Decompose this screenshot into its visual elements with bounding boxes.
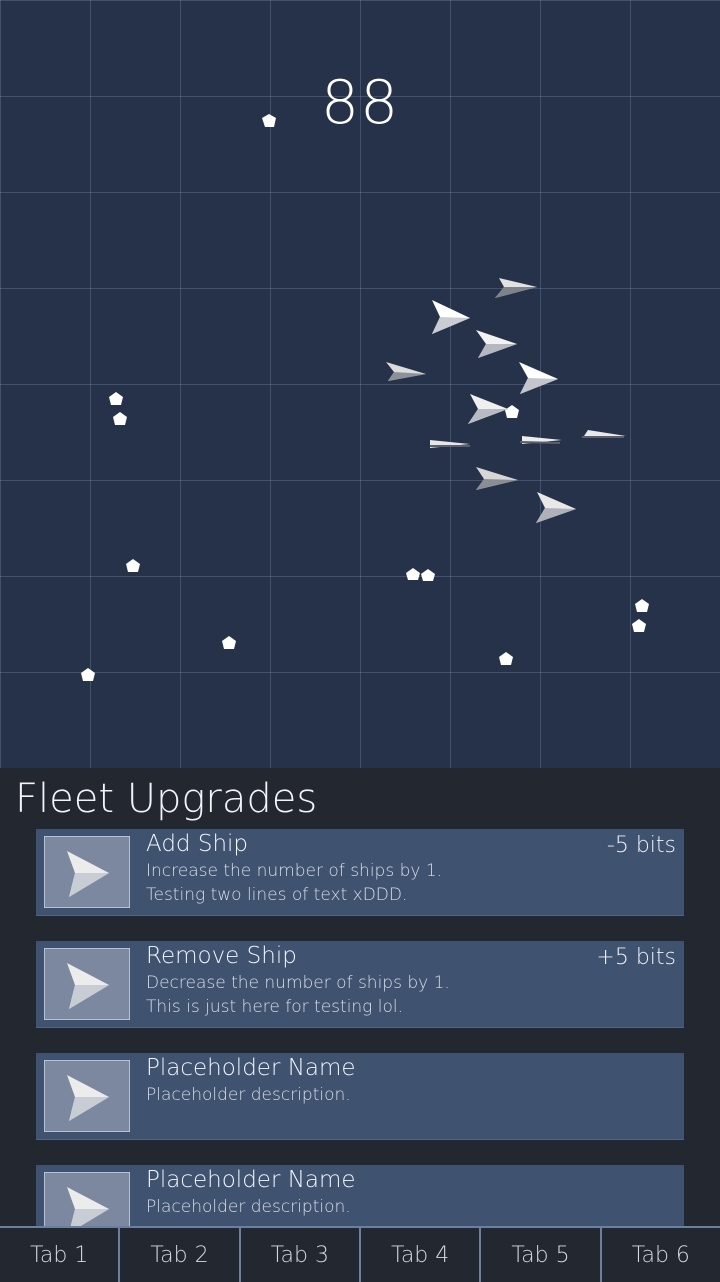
upgrade-card-placeholder[interactable]: Placeholder Name Placeholder description… (36, 1053, 684, 1140)
upgrade-card-remove-ship[interactable]: Remove Ship Decrease the number of ships… (36, 941, 684, 1028)
upgrade-cost: +5 bits (596, 945, 676, 970)
ship (519, 436, 562, 444)
tab-3[interactable]: Tab 3 (238, 1228, 359, 1282)
play-icon (67, 1187, 109, 1226)
ship (536, 492, 576, 523)
upgrade-description-line1: Placeholder description. (146, 1085, 351, 1105)
ship (430, 440, 470, 448)
debris (406, 568, 420, 580)
upgrade-description-line2: This is just here for testing lol. (146, 997, 404, 1017)
debris (222, 636, 236, 649)
upgrade-cost: -5 bits (606, 833, 676, 858)
play-icon (67, 851, 109, 897)
upgrade-name: Remove Ship (146, 943, 297, 969)
debris (109, 392, 123, 405)
tab-bar: Tab 1 Tab 2 Tab 3 Tab 4 Tab 5 Tab 6 (0, 1226, 720, 1282)
tab-6[interactable]: Tab 6 (599, 1228, 720, 1282)
upgrade-description-line1: Increase the number of ships by 1. (146, 861, 443, 881)
upgrade-thumbnail (44, 1172, 130, 1226)
ship (582, 430, 626, 438)
debris (632, 619, 646, 632)
debris (81, 668, 95, 681)
debris (499, 652, 513, 665)
upgrade-name: Placeholder Name (146, 1167, 356, 1193)
debris-group (81, 114, 649, 681)
upgrade-description-line2: Testing two lines of text xDDD. (146, 885, 408, 905)
debris (113, 412, 127, 425)
upgrade-name: Add Ship (146, 831, 249, 857)
fleet-group (386, 278, 626, 523)
tab-2[interactable]: Tab 2 (118, 1228, 238, 1282)
upgrade-card-placeholder[interactable]: Placeholder Name Placeholder description… (36, 1165, 684, 1226)
ship (495, 278, 537, 298)
game-canvas (81, 114, 649, 681)
tab-5[interactable]: Tab 5 (479, 1228, 599, 1282)
panel-title: Fleet Upgrades (15, 776, 318, 822)
tab-4[interactable]: Tab 4 (358, 1228, 479, 1282)
debris (421, 569, 435, 581)
upgrade-description-line1: Placeholder description. (146, 1197, 351, 1217)
ship (386, 362, 426, 381)
upgrades-panel: Fleet Upgrades Add Ship Increase the num… (0, 768, 720, 1226)
upgrade-name: Placeholder Name (146, 1055, 356, 1081)
play-icon (67, 1075, 109, 1121)
ship (476, 467, 518, 490)
play-icon (67, 963, 109, 1009)
ship (519, 362, 558, 394)
upgrade-thumbnail (44, 836, 130, 908)
debris (126, 559, 140, 572)
upgrade-thumbnail (44, 948, 130, 1020)
ship (468, 394, 508, 424)
upgrade-description-line1: Decrease the number of ships by 1. (146, 973, 450, 993)
debris (635, 599, 649, 612)
debris (262, 114, 276, 127)
debris (505, 405, 519, 418)
ship (476, 330, 517, 358)
tab-1[interactable]: Tab 1 (0, 1228, 118, 1282)
upgrade-card-add-ship[interactable]: Add Ship Increase the number of ships by… (36, 829, 684, 916)
game-field[interactable]: 88 (0, 0, 720, 768)
upgrade-thumbnail (44, 1060, 130, 1132)
ship (432, 300, 470, 334)
